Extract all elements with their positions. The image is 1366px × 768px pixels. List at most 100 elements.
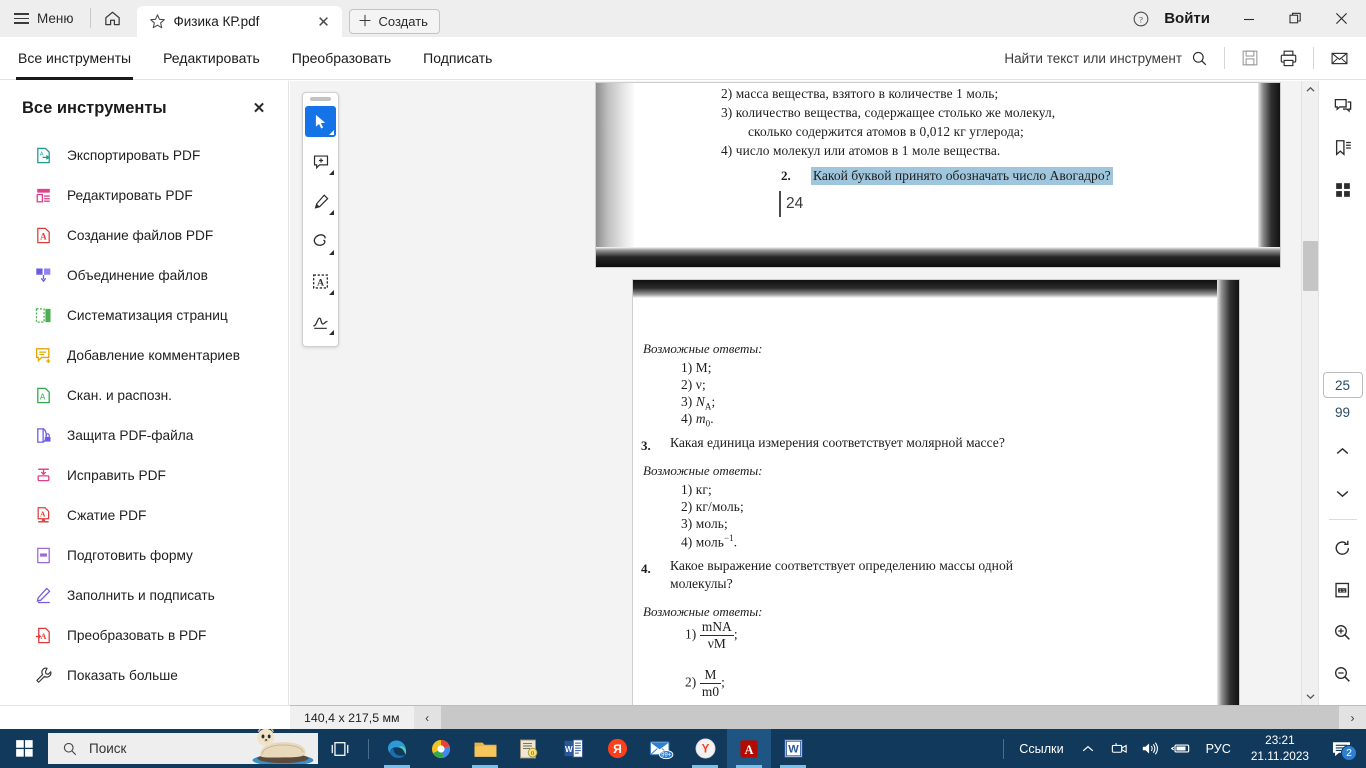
tool-create-pdf[interactable]: A Создание файлов PDF xyxy=(0,215,288,255)
page-number-input[interactable]: 25 xyxy=(1322,372,1363,398)
tool-protect-pdf[interactable]: Защита PDF-файла xyxy=(0,415,288,455)
search-icon xyxy=(1192,51,1207,65)
thumbnails-panel-button[interactable] xyxy=(1326,173,1360,207)
minimize-button[interactable] xyxy=(1226,0,1272,37)
taskbar-app-microsoft-edge[interactable] xyxy=(375,729,419,768)
previous-page-button[interactable] xyxy=(1326,434,1360,468)
notification-center-button[interactable]: 2 xyxy=(1320,729,1362,768)
tray-volume-button[interactable] xyxy=(1135,729,1166,768)
taskbar-app-sticky-notes[interactable]: 0 xyxy=(507,729,551,768)
window-title-bar: Меню Физика КР.pdf ✕ ＋ Создать ? Войти xyxy=(0,0,1366,37)
taskbar-app-yandex-browser[interactable]: Y xyxy=(683,729,727,768)
taskbar-app-mail[interactable]: 99+ xyxy=(639,729,683,768)
taskbar-app-adobe-acrobat[interactable]: A xyxy=(727,729,771,768)
tab-edit[interactable]: Редактировать xyxy=(147,37,276,80)
tool-scan-ocr[interactable]: A Скан. и распозн. xyxy=(0,375,288,415)
help-button[interactable]: ? xyxy=(1124,0,1158,37)
taskbar-search-box[interactable]: Поиск xyxy=(48,728,318,764)
maximize-restore-button[interactable] xyxy=(1272,0,1318,37)
pdf-page-25[interactable]: Возможные ответы: 1) M; 2) ν; 3) NA; 4) … xyxy=(632,279,1240,705)
add-comment-button[interactable] xyxy=(305,146,336,177)
tool-export-pdf[interactable]: A Экспортировать PDF xyxy=(0,135,288,175)
tool-add-comments[interactable]: Добавление комментариев xyxy=(0,335,288,375)
tool-label: Показать больше xyxy=(67,667,178,683)
system-tray: Ссылки РУС 23:21 21.11.2023 2 xyxy=(997,729,1366,768)
text-cursor-bar xyxy=(779,191,781,217)
draw-freehand-icon xyxy=(313,234,326,246)
plus-icon: ＋ xyxy=(357,13,373,30)
tool-prepare-form[interactable]: Подготовить форму xyxy=(0,535,288,575)
document-tab[interactable]: Физика КР.pdf ✕ xyxy=(136,6,342,37)
start-button[interactable] xyxy=(0,729,48,768)
page25-answers-label-1: Возможные ответы: xyxy=(643,341,763,356)
drag-grip-icon[interactable] xyxy=(310,97,331,101)
page25-formula-2: 2) Mm0; xyxy=(685,667,725,699)
taskbar-app-multicolor-browser[interactable] xyxy=(419,729,463,768)
new-tab-button[interactable]: ＋ Создать xyxy=(348,9,440,34)
window-close-button[interactable] xyxy=(1318,0,1364,37)
tab-all-tools[interactable]: Все инструменты xyxy=(2,37,147,80)
signature-button[interactable] xyxy=(305,306,336,337)
taskbar-app-yandex[interactable]: Я xyxy=(595,729,639,768)
comments-panel-button[interactable] xyxy=(1326,89,1360,123)
printer-icon xyxy=(1280,50,1296,66)
tool-organize-pages[interactable]: Систематизация страниц xyxy=(0,295,288,335)
edit-text-button[interactable]: A xyxy=(305,266,336,297)
prepare-form-icon xyxy=(33,545,53,565)
scrollbar-up-button[interactable] xyxy=(1302,81,1319,98)
document-vertical-scrollbar[interactable] xyxy=(1301,81,1318,705)
tool-fix-pdf[interactable]: Исправить PDF xyxy=(0,455,288,495)
svg-text:Y: Y xyxy=(701,744,709,756)
zoom-out-button[interactable] xyxy=(1326,657,1360,691)
pdf-page-24[interactable]: 2) масса вещества, взятого в количестве … xyxy=(595,82,1281,268)
svg-text:Я: Я xyxy=(613,742,622,756)
svg-text:A: A xyxy=(39,392,45,401)
sign-in-button[interactable]: Войти xyxy=(1158,0,1226,37)
scrollbar-down-button[interactable] xyxy=(1302,688,1319,705)
tab-sign[interactable]: Подписать xyxy=(407,37,508,80)
horizontal-scroll-right-button[interactable]: › xyxy=(1339,705,1366,730)
taskbar-app-file-explorer[interactable] xyxy=(463,729,507,768)
tool-fill-and-sign[interactable]: Заполнить и подписать xyxy=(0,575,288,615)
tray-expand-button[interactable] xyxy=(1073,729,1104,768)
tool-edit-pdf[interactable]: Редактировать PDF xyxy=(0,175,288,215)
share-email-button[interactable] xyxy=(1320,39,1358,77)
document-viewport[interactable]: 2) масса вещества, взятого в количестве … xyxy=(290,81,1308,705)
fix-pdf-icon xyxy=(33,465,53,485)
horizontal-scroll-left-button[interactable]: ‹ xyxy=(413,705,441,730)
tool-compress-pdf[interactable]: A Сжатие PDF xyxy=(0,495,288,535)
star-icon[interactable] xyxy=(149,13,166,30)
next-page-button[interactable] xyxy=(1326,476,1360,510)
select-cursor-button[interactable] xyxy=(305,106,336,137)
tray-language-indicator[interactable]: РУС xyxy=(1197,742,1240,756)
tray-links-label[interactable]: Ссылки xyxy=(1010,742,1072,756)
menu-button[interactable]: Меню xyxy=(0,0,86,37)
scrollbar-thumb[interactable] xyxy=(1303,241,1318,291)
task-view-button[interactable] xyxy=(318,729,362,768)
horizontal-scroll-track[interactable] xyxy=(440,705,1339,730)
tray-camera-button[interactable] xyxy=(1104,729,1135,768)
all-tools-panel-close-icon[interactable]: ✕ xyxy=(248,97,270,119)
tool-show-more[interactable]: Показать больше xyxy=(0,655,288,695)
draw-freehand-button[interactable] xyxy=(305,226,336,257)
zoom-in-button[interactable] xyxy=(1326,615,1360,649)
home-button[interactable] xyxy=(95,0,131,37)
tool-convert-to-pdf[interactable]: A Преобразовать в PDF xyxy=(0,615,288,655)
print-button[interactable] xyxy=(1269,39,1307,77)
save-button[interactable] xyxy=(1231,39,1269,77)
tool-combine-files[interactable]: Объединение файлов xyxy=(0,255,288,295)
annotation-toolbar[interactable]: A xyxy=(302,92,339,347)
tray-battery-button[interactable] xyxy=(1166,729,1197,768)
yandex-red-icon: Я xyxy=(607,738,627,759)
bookmarks-panel-button[interactable] xyxy=(1326,131,1360,165)
taskbar-app-microsoft-word[interactable]: W xyxy=(551,729,595,768)
tab-close-icon[interactable]: ✕ xyxy=(314,12,334,32)
search-tool[interactable]: Найти текст или инструмент xyxy=(1004,50,1218,67)
actual-size-button[interactable]: 1:1 xyxy=(1326,573,1360,607)
highlight-text-button[interactable] xyxy=(305,186,336,217)
tab-convert[interactable]: Преобразовать xyxy=(276,37,407,80)
rotate-page-button[interactable] xyxy=(1326,531,1360,565)
hamburger-icon xyxy=(14,13,29,24)
taskbar-clock[interactable]: 23:21 21.11.2023 xyxy=(1240,729,1320,768)
taskbar-app-word-document[interactable]: W xyxy=(771,729,815,768)
